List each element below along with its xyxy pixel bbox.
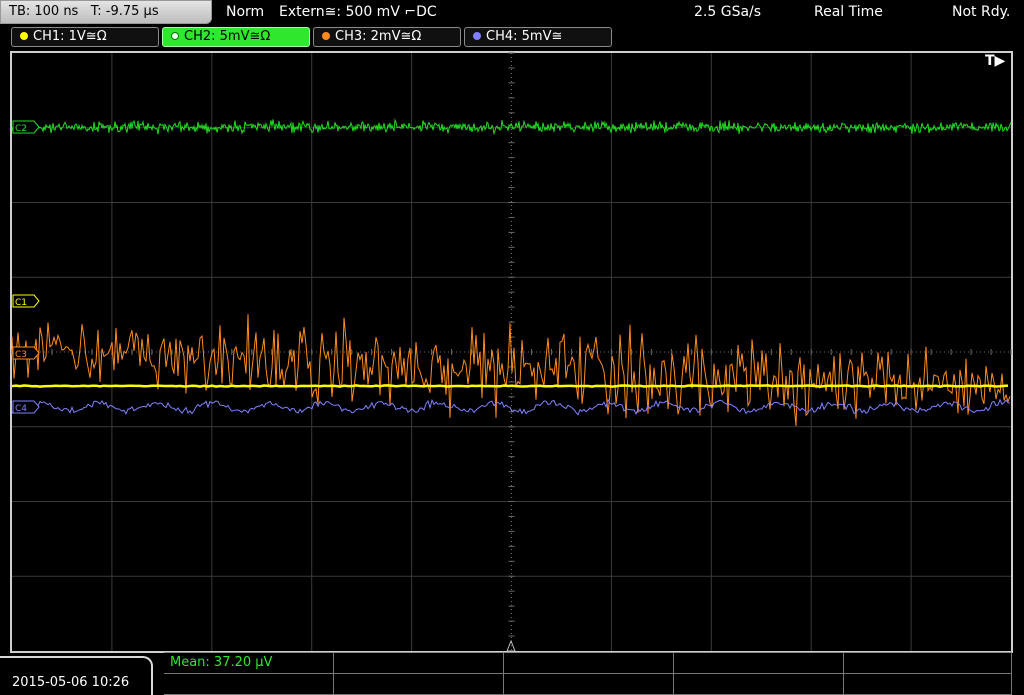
ch1-dot-icon <box>20 32 28 40</box>
measurement-cell <box>844 653 1012 674</box>
measurement-cell <box>844 674 1012 695</box>
datetime-label: 2015-05-06 10:26 <box>12 675 130 690</box>
ch3-dot-icon <box>322 32 330 40</box>
svg-text:C4: C4 <box>15 404 27 414</box>
trigger-position-marker[interactable]: T▶ <box>985 53 1006 69</box>
measurement-cell[interactable]: Mean: 37.20 µV <box>164 653 334 674</box>
ch3-offset-marker[interactable]: C3 <box>12 346 40 360</box>
measurement-table: Mean: 37.20 µV <box>164 652 1012 695</box>
trigger-source-label[interactable]: Extern≅: 500 mV ⌐DC <box>279 0 437 24</box>
trigger-status-label: Not Rdy. <box>952 4 1011 20</box>
sample-rate-label: 2.5 GSa/s <box>694 4 762 20</box>
svg-text:C1: C1 <box>15 298 27 308</box>
ch2-offset-marker[interactable]: C2 <box>12 120 40 134</box>
trigger-mode-label[interactable]: Norm <box>226 0 264 24</box>
status-bar: TB: 100 ns T: -9.75 µs Norm Extern≅: 500… <box>0 0 1024 24</box>
measurement-cell <box>334 674 504 695</box>
ch4-label: CH4: 5mV≅ <box>486 29 563 44</box>
measurement-cell <box>674 674 844 695</box>
channel-tab-ch3[interactable]: CH3: 2mV≅Ω <box>313 27 461 47</box>
measurement-cell <box>504 674 674 695</box>
svg-text:C3: C3 <box>15 350 27 360</box>
ch2-label: CH2: 5mV≅Ω <box>184 29 271 44</box>
waveform-display[interactable]: C1 C2 C3 C4 T▶ <box>0 50 1024 653</box>
ch1-offset-marker[interactable]: C1 <box>12 294 40 308</box>
measurement-cell <box>334 653 504 674</box>
channel-tab-ch1[interactable]: CH1: 1V≅Ω <box>11 27 159 47</box>
datetime-box: 2015-05-06 10:26 <box>0 656 153 695</box>
measurement-cell <box>504 653 674 674</box>
measurement-cell <box>164 674 334 695</box>
ch4-dot-icon <box>473 32 481 40</box>
trigger-time-label: T: -9.75 µs <box>90 4 159 19</box>
ch1-label: CH1: 1V≅Ω <box>33 29 107 44</box>
ch2-dot-icon <box>171 32 179 40</box>
mean-measurement: Mean: 37.20 µV <box>170 655 273 670</box>
acquisition-mode-label[interactable]: Real Time <box>814 0 883 24</box>
ch3-label: CH3: 2mV≅Ω <box>335 29 422 44</box>
ch1-waveform <box>11 384 1009 388</box>
channel-bar: CH1: 1V≅Ω CH2: 5mV≅Ω CH3: 2mV≅Ω CH4: 5mV… <box>0 24 1024 50</box>
timebase-box[interactable]: TB: 100 ns T: -9.75 µs <box>0 0 212 24</box>
channel-tab-ch4[interactable]: CH4: 5mV≅ <box>464 27 612 47</box>
timebase-label: TB: 100 ns <box>9 4 79 19</box>
measurement-cell <box>674 653 844 674</box>
svg-text:C2: C2 <box>15 124 27 134</box>
channel-tab-ch2[interactable]: CH2: 5mV≅Ω <box>162 27 310 47</box>
ch4-offset-marker[interactable]: C4 <box>12 400 40 414</box>
